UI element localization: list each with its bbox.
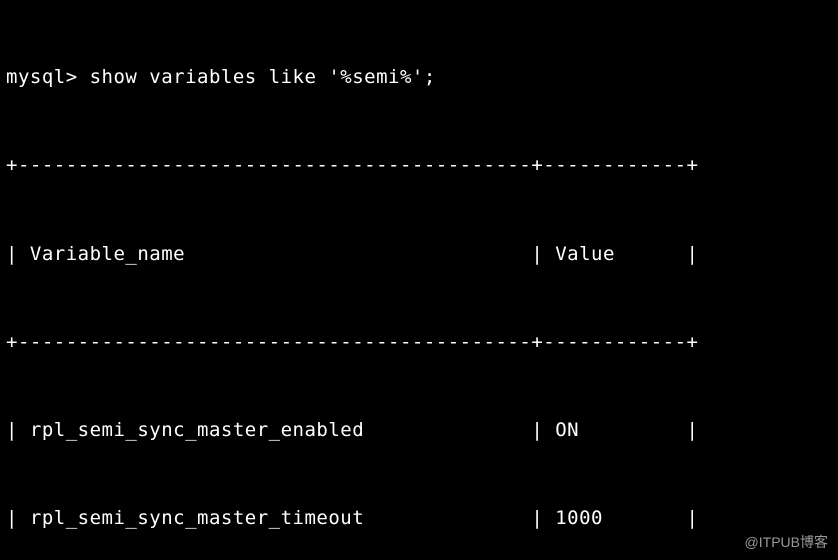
- table-border-top: +---------------------------------------…: [6, 151, 832, 180]
- table-header-row: | Variable_name | Value |: [6, 240, 832, 269]
- prompt-prefix: mysql>: [6, 66, 90, 88]
- terminal-output: mysql> show variables like '%semi%'; +--…: [0, 0, 838, 560]
- table-row: | rpl_semi_sync_master_enabled | ON |: [6, 416, 832, 445]
- watermark-label: @ITPUB博客: [745, 532, 828, 554]
- table-row: | rpl_semi_sync_master_timeout | 1000 |: [6, 504, 832, 533]
- sql-command: show variables like '%semi%';: [90, 66, 436, 88]
- table-border-header: +---------------------------------------…: [6, 328, 832, 357]
- prompt-line[interactable]: mysql> show variables like '%semi%';: [6, 63, 832, 92]
